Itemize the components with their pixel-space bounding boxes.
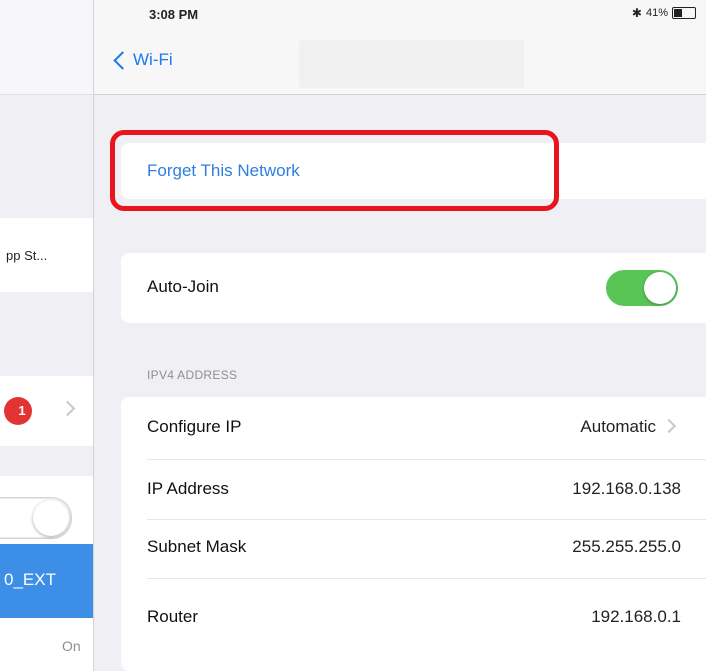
toggle-switch-off[interactable]: [0, 497, 72, 539]
sidebar-item-toggle[interactable]: [0, 476, 93, 544]
ip-address-row: IP Address 192.168.0.138: [121, 460, 706, 518]
ip-address-value: 192.168.0.138: [572, 479, 681, 498]
subnet-mask-value: 255.255.255.0: [572, 537, 681, 556]
auto-join-label: Auto-Join: [147, 277, 219, 296]
back-button[interactable]: Wi-Fi: [113, 50, 173, 70]
auto-join-toggle[interactable]: [606, 270, 678, 306]
forget-network-button[interactable]: Forget This Network: [147, 161, 300, 181]
sidebar-item-with-badge[interactable]: 1: [0, 376, 93, 446]
ipv4-section-header: IPV4 ADDRESS: [147, 368, 238, 382]
router-label: Router: [147, 607, 199, 626]
navigation-bar: Wi-Fi: [94, 30, 706, 95]
toggle-knob: [644, 272, 676, 304]
back-button-label: Wi-Fi: [133, 50, 173, 69]
sidebar-item-app-store[interactable]: pp St...: [0, 218, 93, 292]
router-row: Router 192.168.0.1: [121, 579, 706, 639]
settings-master-pane: pp St... 1 0_EXT On: [0, 0, 94, 671]
status-time: 3:08 PM: [149, 7, 199, 22]
chevron-left-icon: [113, 50, 132, 70]
nav-title-redacted: [299, 40, 524, 88]
sidebar-item-selected-network[interactable]: 0_EXT: [0, 544, 93, 618]
configure-ip-label: Configure IP: [147, 417, 242, 436]
forget-network-group[interactable]: Forget This Network: [121, 143, 706, 199]
selected-network-label: 0_EXT: [4, 570, 56, 589]
battery-icon: [672, 7, 696, 19]
chevron-right-icon: [661, 418, 677, 434]
left-pane-divider: [0, 94, 93, 95]
ip-address-label: IP Address: [147, 479, 229, 498]
bluetooth-icon: ✱: [631, 6, 642, 20]
battery-percent: 41%: [645, 7, 668, 19]
subnet-mask-row: Subnet Mask 255.255.255.0: [121, 520, 706, 578]
ipv4-group: Configure IP Automatic IP Address 192.16…: [121, 397, 706, 671]
status-indicators: ✱ 41%: [632, 6, 696, 20]
chevron-right-icon: [59, 400, 76, 417]
router-value: 192.168.0.1: [591, 607, 681, 626]
configure-ip-row[interactable]: Configure IP Automatic: [121, 397, 706, 457]
sidebar-item-value: On: [62, 638, 81, 654]
sidebar-item-label: pp St...: [6, 248, 48, 263]
configure-ip-value: Automatic: [580, 417, 656, 436]
subnet-mask-label: Subnet Mask: [147, 537, 247, 556]
status-bar: 3:08 PM ✱ 41%: [94, 0, 706, 30]
sidebar-item-status[interactable]: On: [0, 618, 93, 671]
notification-badge: 1: [4, 397, 32, 425]
left-pane-header: [0, 0, 93, 94]
auto-join-row: Auto-Join: [121, 253, 706, 323]
